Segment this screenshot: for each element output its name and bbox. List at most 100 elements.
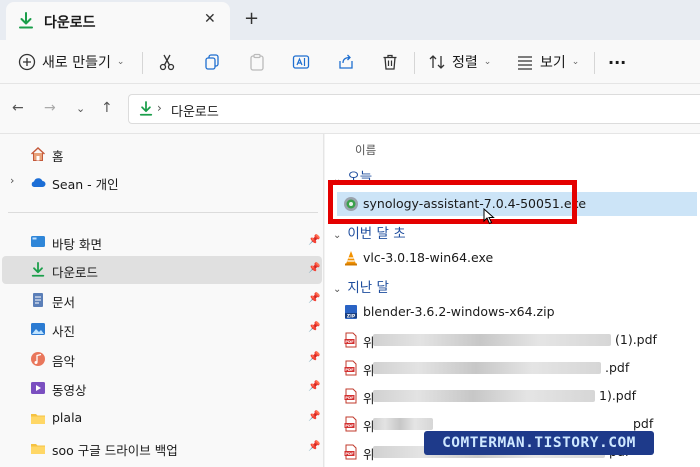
pin-icon[interactable]: 📌	[308, 293, 320, 304]
file-row-pdf[interactable]: PDF 위 .pdf	[337, 356, 697, 380]
sort-label: 정렬	[452, 55, 478, 71]
pin-icon[interactable]: 📌	[308, 352, 320, 363]
file-name-suffix: pdf	[633, 416, 654, 431]
new-button[interactable]: 새로 만들기 ⌄	[18, 40, 124, 84]
cut-button[interactable]	[158, 40, 176, 84]
clipboard-icon	[250, 53, 264, 71]
back-arrow-icon[interactable]: ←	[12, 100, 24, 116]
file-row-pdf[interactable]: PDF 위 (1).pdf	[337, 328, 697, 352]
view-list-icon	[518, 56, 532, 70]
file-row-pdf[interactable]: PDF 위 1).pdf	[337, 384, 697, 408]
breadcrumb[interactable]: 다운로드	[171, 101, 219, 120]
sidebar-item-videos[interactable]: 동영상 📌	[0, 374, 322, 402]
sidebar-item-google-drive-backup[interactable]: soo 구글 드라이브 백업 📌	[0, 434, 322, 462]
file-row-vlc[interactable]: vlc-3.0.18-win64.exe	[337, 246, 697, 270]
rename-icon	[292, 55, 310, 69]
command-bar: 새로 만들기 ⌄ 정렬 ⌄ 보기 ⌄ ···	[0, 40, 700, 84]
sidebar-item-label: soo 구글 드라이브 백업	[52, 443, 178, 458]
breadcrumb-chevron-icon[interactable]: ›	[157, 101, 162, 115]
file-row-synology[interactable]: synology-assistant-7.0.4-50051.exe	[337, 192, 697, 216]
collapse-chevron-icon: ⌄	[333, 174, 342, 185]
file-name: blender-3.6.2-windows-x64.zip	[363, 304, 555, 319]
mouse-cursor-icon	[483, 208, 495, 225]
file-name: vlc-3.0.18-win64.exe	[363, 250, 494, 265]
close-tab-icon[interactable]: ✕	[204, 11, 216, 27]
delete-button[interactable]	[381, 40, 399, 84]
pin-icon[interactable]: 📌	[308, 411, 320, 422]
navigation-pane: 홈 › Sean - 개인 바탕 화면 📌 다운로드 📌 문서 📌 사진 📌 음…	[0, 134, 324, 467]
toolbar-divider	[594, 52, 595, 74]
sidebar-item-label: 사진	[52, 324, 76, 339]
sidebar-item-label: 다운로드	[52, 265, 99, 280]
tab-downloads[interactable]: 다운로드 ✕	[6, 2, 230, 40]
sidebar-item-downloads[interactable]: 다운로드 📌	[2, 256, 322, 284]
group-header-this-month[interactable]: ⌄ 이번 달 초	[333, 222, 406, 242]
file-name-suffix: .pdf	[605, 360, 630, 375]
rename-button[interactable]	[292, 40, 310, 84]
sidebar-item-label: 바탕 화면	[52, 237, 102, 252]
zip-archive-icon: ZIP	[345, 305, 357, 319]
svg-text:PDF: PDF	[345, 423, 354, 428]
sidebar-item-onedrive[interactable]: › Sean - 개인	[0, 168, 322, 196]
column-header-name[interactable]: 이름	[355, 142, 376, 158]
svg-text:PDF: PDF	[345, 395, 354, 400]
redacted-filename	[373, 362, 601, 374]
sidebar-item-label: Sean - 개인	[52, 177, 119, 192]
download-icon	[19, 12, 33, 29]
pin-icon[interactable]: 📌	[308, 381, 320, 392]
chevron-down-icon: ⌄	[571, 57, 580, 67]
recent-locations-icon[interactable]: ⌄	[76, 102, 85, 115]
new-tab-button[interactable]: +	[244, 8, 259, 29]
cloud-icon	[31, 178, 46, 187]
share-button[interactable]	[337, 40, 355, 84]
file-name-suffix: (1).pdf	[615, 332, 657, 347]
copy-button[interactable]	[203, 40, 221, 84]
pin-icon[interactable]: 📌	[308, 322, 320, 333]
group-header-today[interactable]: ⌄ 오늘	[333, 166, 372, 186]
document-icon	[33, 293, 43, 307]
home-icon	[31, 147, 45, 161]
pdf-icon: PDF	[344, 444, 357, 460]
plus-circle-icon	[18, 53, 36, 71]
svg-text:PDF: PDF	[345, 451, 354, 456]
sidebar-item-pictures[interactable]: 사진 📌	[0, 315, 322, 343]
paste-button[interactable]	[248, 40, 266, 84]
video-icon	[31, 382, 45, 394]
sidebar-item-desktop[interactable]: 바탕 화면 📌	[0, 228, 322, 256]
copy-icon	[205, 54, 219, 70]
address-bar[interactable]: › 다운로드	[128, 94, 700, 124]
up-arrow-icon[interactable]: ↑	[101, 100, 113, 116]
chevron-down-icon: ⌄	[116, 57, 125, 67]
group-header-last-month[interactable]: ⌄ 지난 달	[333, 276, 389, 296]
watermark-text: COMTERMAN.TISTORY.COM	[442, 435, 636, 451]
sidebar-item-documents[interactable]: 문서 📌	[0, 286, 322, 314]
forward-arrow-icon[interactable]: →	[44, 100, 56, 116]
file-list: 이름 ⌄ 오늘 synology-assistant-7.0.4-50051.ex…	[325, 134, 700, 467]
expand-chevron-icon[interactable]: ›	[10, 174, 14, 187]
download-icon	[139, 101, 153, 116]
sidebar-item-music[interactable]: 음악 📌	[0, 345, 322, 373]
pin-icon[interactable]: 📌	[308, 235, 320, 246]
redacted-filename	[373, 418, 433, 430]
file-row-blender[interactable]: ZIP blender-3.6.2-windows-x64.zip	[337, 300, 697, 324]
sidebar-item-plala[interactable]: plala 📌	[0, 404, 322, 432]
sidebar-item-home[interactable]: 홈	[0, 140, 322, 168]
redacted-filename	[373, 390, 595, 402]
address-row: ← → ⌄ ↑ › 다운로드	[0, 84, 700, 134]
sort-button[interactable]: 정렬 ⌄	[428, 40, 491, 84]
svg-text:PDF: PDF	[345, 339, 354, 344]
sidebar-divider	[8, 212, 318, 213]
pdf-icon: PDF	[344, 332, 357, 348]
sidebar-item-label: plala	[52, 410, 83, 425]
redacted-filename	[373, 334, 611, 346]
pin-icon[interactable]: 📌	[308, 441, 320, 452]
pin-icon[interactable]: 📌	[308, 263, 320, 274]
pdf-icon: PDF	[344, 388, 357, 404]
pdf-icon: PDF	[344, 416, 357, 432]
toolbar-divider	[414, 52, 415, 74]
view-button[interactable]: 보기 ⌄	[516, 40, 579, 84]
picture-icon	[31, 323, 45, 335]
desktop-icon	[31, 236, 45, 247]
collapse-chevron-icon: ⌄	[333, 230, 342, 241]
more-options-button[interactable]: ···	[608, 40, 626, 84]
